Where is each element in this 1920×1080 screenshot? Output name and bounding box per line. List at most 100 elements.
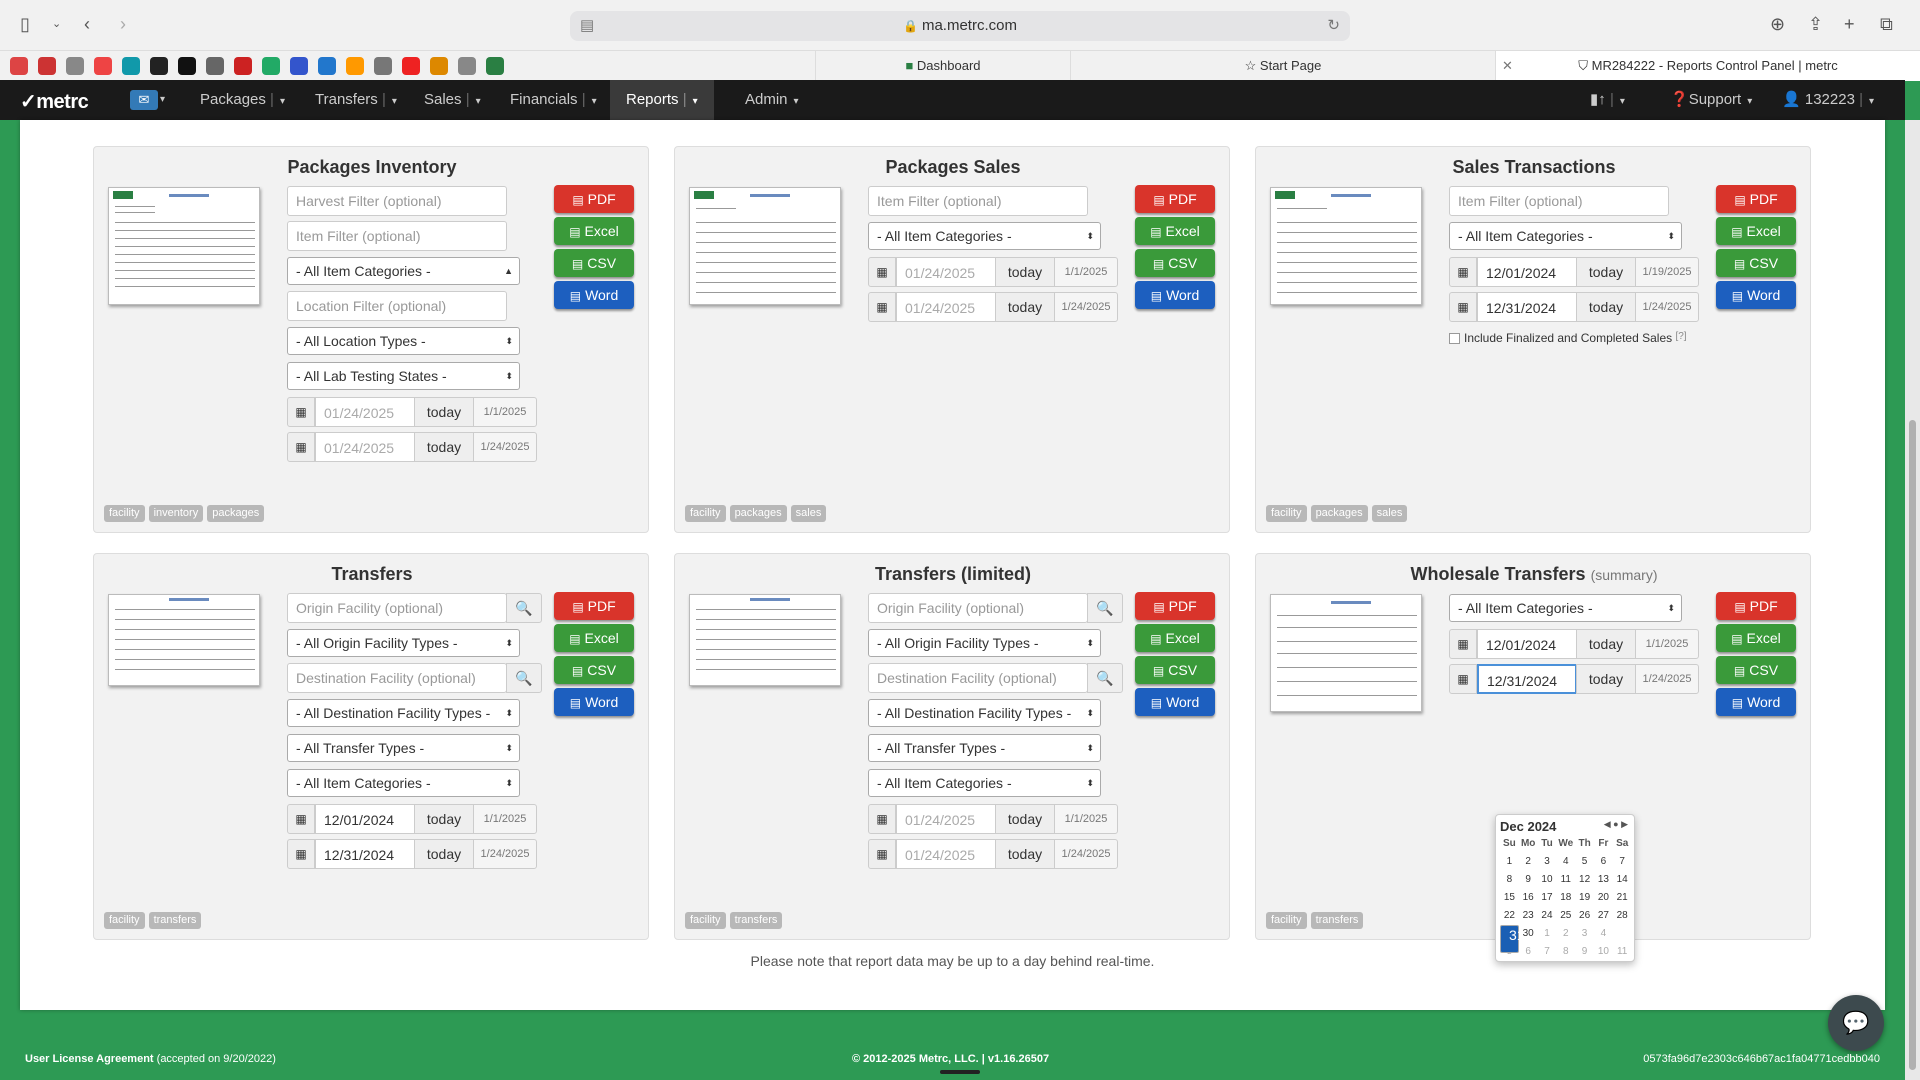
day-cell[interactable]: 6 — [1594, 853, 1613, 871]
checkbox-box[interactable] — [1449, 333, 1460, 345]
day-cell[interactable]: 21 — [1613, 889, 1632, 907]
item-filter-input[interactable]: Item Filter (optional) — [868, 186, 1088, 216]
favorite-gmail2-icon[interactable] — [38, 57, 56, 75]
download-icon[interactable]: ⊕ — [1770, 14, 1785, 34]
last-date-button[interactable]: 1/19/2025 — [1635, 257, 1699, 287]
last-date-button[interactable]: 1/24/2025 — [1635, 292, 1699, 322]
nav-file-upload[interactable]: ▮↑ | ▾ — [1590, 80, 1625, 120]
start-date-input[interactable]: 12/01/2024 — [1477, 629, 1577, 659]
today-button[interactable]: today — [995, 804, 1055, 834]
last-date-button[interactable]: 1/24/2025 — [1054, 292, 1118, 322]
favorite-x-icon[interactable] — [178, 57, 196, 75]
start-date-input[interactable]: 01/24/2025 — [896, 257, 996, 287]
lab-testing-states-select[interactable]: - All Lab Testing States - ⬍ — [287, 362, 520, 390]
tag[interactable]: facility — [104, 912, 145, 929]
item-filter-input[interactable]: Item Filter (optional) — [1449, 186, 1669, 216]
day-cell[interactable]: 26 — [1575, 907, 1594, 925]
excel-button[interactable]: ▤ Excel — [554, 217, 634, 245]
calendar-icon[interactable]: ▦ — [868, 257, 896, 287]
day-cell[interactable]: 25 — [1556, 907, 1575, 925]
tag[interactable]: facility — [104, 505, 145, 522]
favorite-gmail-icon[interactable] — [10, 57, 28, 75]
start-date-input[interactable]: 01/24/2025 — [315, 397, 415, 427]
favorite-g-icon[interactable] — [66, 57, 84, 75]
nav-admin[interactable]: Admin ▾ — [745, 80, 799, 120]
report-preview-thumbnail[interactable] — [108, 594, 260, 686]
today-button[interactable]: today — [414, 432, 474, 462]
prev-month-icon[interactable]: ◀ — [1604, 819, 1611, 829]
calendar-icon[interactable]: ▦ — [1449, 257, 1477, 287]
day-cell[interactable]: 3 — [1575, 925, 1594, 943]
include-finalized-checkbox[interactable]: Include Finalized and Completed Sales [?… — [1449, 331, 1687, 345]
origin-facility-types-select[interactable]: - All Origin Facility Types - ⬍ — [868, 629, 1101, 657]
word-button[interactable]: ▤ Word — [1135, 281, 1215, 309]
favorite-t-icon[interactable] — [374, 57, 392, 75]
reload-icon[interactable]: ↻ — [1327, 11, 1340, 41]
tag[interactable]: packages — [207, 505, 265, 522]
day-cell[interactable]: 4 — [1594, 925, 1613, 943]
calendar-icon[interactable]: ▦ — [287, 804, 315, 834]
end-date-input[interactable]: 01/24/2025 — [896, 292, 996, 322]
word-button[interactable]: ▤ Word — [1135, 688, 1215, 716]
tag[interactable]: transfers — [1310, 912, 1364, 929]
calendar-icon[interactable]: ▦ — [1449, 664, 1477, 694]
search-icon[interactable]: 🔍 — [506, 663, 542, 693]
favorite-drive-icon[interactable] — [262, 57, 280, 75]
today-button[interactable]: today — [1576, 292, 1636, 322]
calendar-icon[interactable]: ▦ — [287, 397, 315, 427]
day-cell[interactable]: 23 — [1519, 907, 1538, 925]
day-cell[interactable]: 15 — [1500, 889, 1519, 907]
word-button[interactable]: ▤ Word — [554, 688, 634, 716]
destination-facility-types-select[interactable]: - All Destination Facility Types - ⬍ — [287, 699, 520, 727]
item-categories-select[interactable]: - All Item Categories - ⬍ — [1449, 222, 1682, 250]
day-cell[interactable]: 8 — [1500, 871, 1519, 889]
tag[interactable]: facility — [685, 505, 726, 522]
search-icon[interactable]: 🔍 — [1087, 593, 1123, 623]
tab-reports-control-panel[interactable]: ✕ ⛉ MR284222 - Reports Control Panel | me… — [1495, 51, 1920, 81]
favorite-g2-icon[interactable] — [458, 57, 476, 75]
day-cell[interactable]: 13 — [1594, 871, 1613, 889]
pdf-button[interactable]: ▤ PDF — [554, 592, 634, 620]
day-cell[interactable]: 20 — [1594, 889, 1613, 907]
today-button[interactable]: today — [1576, 664, 1636, 694]
word-button[interactable]: ▤ Word — [1716, 281, 1796, 309]
report-preview-thumbnail[interactable] — [108, 187, 260, 305]
excel-button[interactable]: ▤ Excel — [554, 624, 634, 652]
pdf-button[interactable]: ▤ PDF — [1135, 592, 1215, 620]
destination-facility-types-select[interactable]: - All Destination Facility Types - ⬍ — [868, 699, 1101, 727]
csv-button[interactable]: ▤ CSV — [1716, 249, 1796, 277]
back-icon[interactable]: ‹ — [84, 14, 90, 34]
nav-support[interactable]: ❓Support ▾ — [1670, 80, 1752, 120]
tag[interactable]: packages — [729, 505, 787, 522]
last-date-button[interactable]: 1/1/2025 — [473, 804, 537, 834]
end-date-input[interactable]: 12/31/2024 — [1477, 292, 1577, 322]
tag[interactable]: facility — [685, 912, 726, 929]
end-date-input[interactable]: 12/31/2024 — [315, 839, 415, 869]
mail-dropdown-caret[interactable]: ▾ — [160, 80, 165, 120]
last-date-button[interactable]: 1/24/2025 — [1054, 839, 1118, 869]
csv-button[interactable]: ▤ CSV — [554, 656, 634, 684]
tag[interactable]: facility — [1266, 505, 1307, 522]
transfer-types-select[interactable]: - All Transfer Types - ⬍ — [287, 734, 520, 762]
item-categories-select[interactable]: - All Item Categories - ⬍ — [868, 222, 1101, 250]
last-date-button[interactable]: 1/24/2025 — [473, 432, 537, 462]
favorite-metrc-icon[interactable] — [486, 57, 504, 75]
day-cell[interactable]: 9 — [1519, 871, 1538, 889]
tag[interactable]: sales — [790, 505, 827, 522]
close-icon[interactable]: ✕ — [1502, 51, 1513, 81]
page-settings-icon[interactable]: ▤ — [580, 11, 594, 41]
nav-packages[interactable]: Packages | ▾ — [200, 80, 285, 120]
day-cell[interactable]: 12 — [1575, 871, 1594, 889]
nav-transfers[interactable]: Transfers | ▾ — [315, 80, 397, 120]
day-cell[interactable]: 2 — [1519, 853, 1538, 871]
favorite-no-icon[interactable] — [150, 57, 168, 75]
item-filter-input[interactable]: Item Filter (optional) — [287, 221, 507, 251]
calendar-icon[interactable]: ▦ — [1449, 292, 1477, 322]
calendar-icon[interactable]: ▦ — [287, 432, 315, 462]
pdf-button[interactable]: ▤ PDF — [1716, 592, 1796, 620]
favorite-amazon-icon[interactable] — [346, 57, 364, 75]
word-button[interactable]: ▤ Word — [1716, 688, 1796, 716]
csv-button[interactable]: ▤ CSV — [1135, 656, 1215, 684]
pdf-button[interactable]: ▤ PDF — [554, 185, 634, 213]
day-cell[interactable]: 3 — [1538, 853, 1557, 871]
